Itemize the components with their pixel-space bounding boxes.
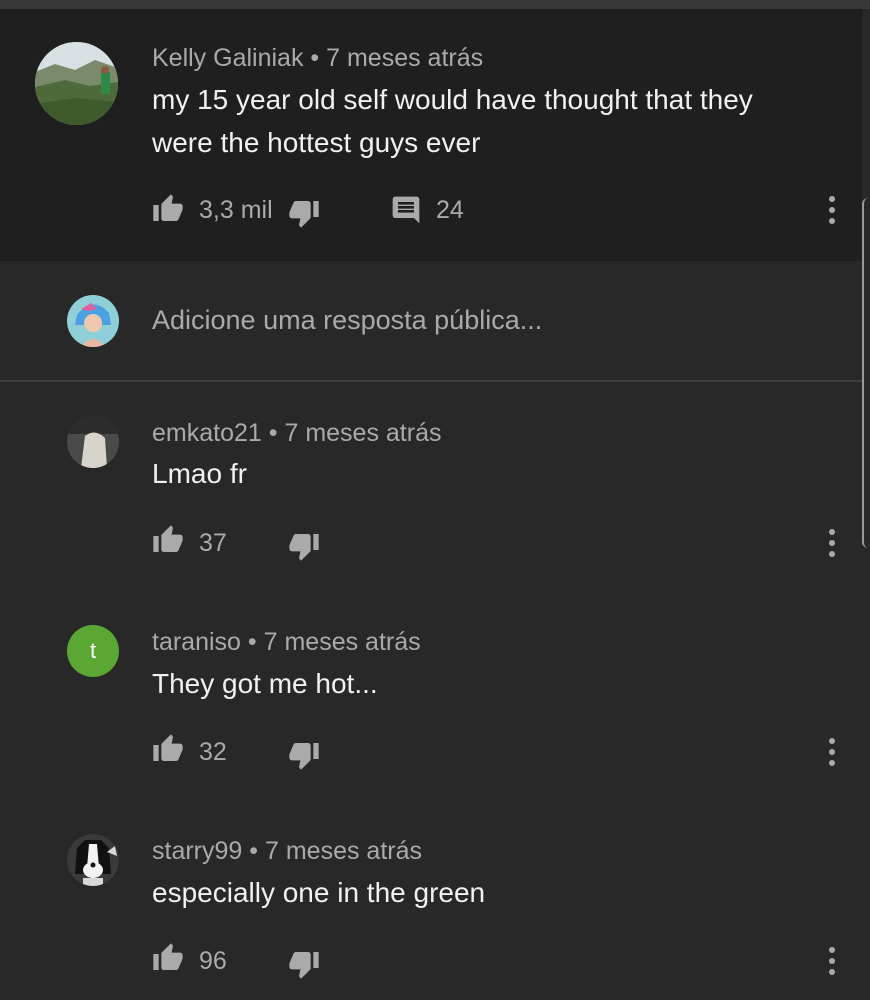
comment-author[interactable]: emkato21 — [152, 419, 262, 447]
dislike-icon[interactable] — [288, 530, 320, 567]
like-count: 96 — [199, 947, 227, 975]
comment-text-line: were the hottest guys ever — [152, 127, 481, 158]
comment-time[interactable]: 7 meses atrás — [265, 837, 422, 865]
comment-time[interactable]: 7 meses atrás — [326, 44, 483, 72]
comment-author[interactable]: taraniso — [152, 628, 241, 656]
landscape-avatar-icon[interactable] — [35, 42, 118, 125]
dislike-icon[interactable] — [288, 739, 320, 776]
like-count: 37 — [199, 529, 227, 557]
comment-actions: 37 — [152, 524, 852, 562]
comment-actions: 32 — [152, 733, 852, 771]
comment-meta: emkato21 • 7 meses atrás — [152, 419, 441, 448]
like-icon[interactable] — [152, 942, 184, 979]
comment-text: They got me hot... — [152, 668, 378, 699]
user-avatar-icon — [67, 295, 119, 347]
comment-text: Lmao fr — [152, 458, 247, 489]
reply-count[interactable]: 24 — [436, 196, 464, 225]
more-options-icon[interactable] — [822, 526, 842, 562]
meta-separator: • — [249, 837, 259, 865]
comment-text-line: my 15 year old self would have thought t… — [152, 84, 753, 115]
dislike-icon[interactable] — [288, 948, 320, 985]
more-options-icon[interactable] — [822, 193, 842, 229]
comment-text: my 15 year old self would have thought t… — [152, 78, 753, 164]
photo-avatar-icon[interactable] — [67, 416, 119, 468]
comment-actions: 3,3 mil 24 — [152, 193, 852, 229]
section-divider — [0, 380, 862, 382]
dog-avatar-icon[interactable] — [67, 834, 119, 886]
like-count: 32 — [199, 738, 227, 766]
reply-input[interactable]: Adicione uma resposta pública... — [152, 305, 542, 336]
meta-separator: • — [268, 419, 278, 447]
like-icon[interactable] — [152, 193, 184, 230]
reply-box: Adicione uma resposta pública... — [0, 261, 862, 381]
more-options-icon[interactable] — [822, 944, 842, 980]
reply-comment-icon[interactable] — [390, 194, 422, 231]
letter-avatar[interactable]: t — [67, 625, 119, 677]
like-icon[interactable] — [152, 733, 184, 770]
comment-text: especially one in the green — [152, 877, 486, 908]
comment-meta: Kelly Galiniak • 7 meses atrás — [152, 44, 483, 73]
comment-author[interactable]: starry99 — [152, 837, 242, 865]
dislike-icon[interactable] — [288, 197, 320, 234]
meta-separator: • — [247, 628, 257, 656]
comment-time[interactable]: 7 meses atrás — [284, 419, 441, 447]
highlighted-comment: Kelly Galiniak • 7 meses atrás my 15 yea… — [0, 9, 862, 261]
more-options-icon[interactable] — [822, 735, 842, 771]
meta-separator: • — [310, 44, 320, 72]
comment-time[interactable]: 7 meses atrás — [264, 628, 421, 656]
avatar-letter: t — [89, 638, 97, 663]
comment-meta: taraniso • 7 meses atrás — [152, 628, 421, 657]
comment-actions: 96 — [152, 942, 852, 980]
scrollbar[interactable] — [862, 198, 870, 548]
top-divider — [0, 0, 870, 9]
comment-meta: starry99 • 7 meses atrás — [152, 837, 422, 866]
comment-author[interactable]: Kelly Galiniak — [152, 44, 303, 72]
like-icon[interactable] — [152, 524, 184, 561]
like-count: 3,3 mil — [199, 196, 273, 224]
